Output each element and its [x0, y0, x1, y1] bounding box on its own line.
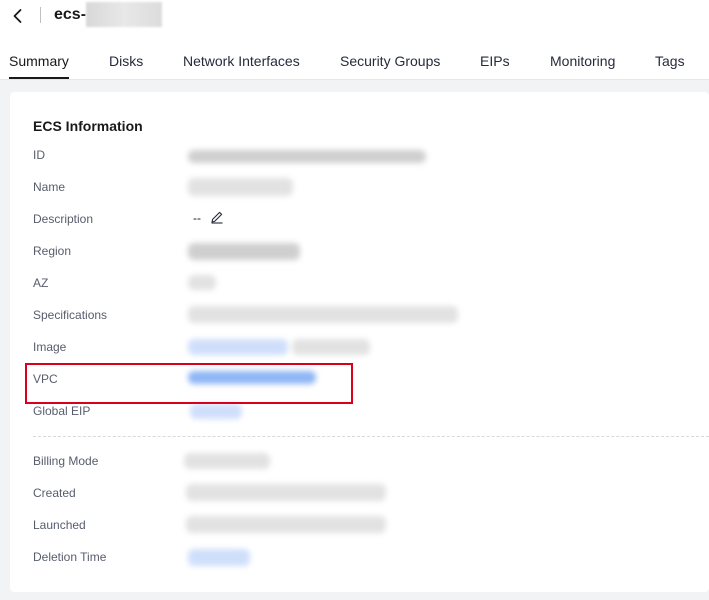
tab-bar: Summary Disks Network Interfaces Securit…	[0, 40, 709, 80]
redacted-billing-mode-value	[184, 453, 270, 469]
label-vpc: VPC	[33, 372, 58, 386]
redacted-id-value	[188, 150, 426, 163]
section-divider	[33, 436, 709, 437]
redacted-created-value	[186, 484, 386, 501]
label-image: Image	[33, 340, 67, 354]
chevron-left-icon[interactable]	[8, 6, 28, 26]
label-description: Description	[33, 212, 94, 226]
redacted-vpc-link[interactable]	[188, 371, 316, 384]
page-header: ecs-	[0, 0, 709, 34]
pencil-icon[interactable]	[210, 210, 224, 224]
redacted-launched-value	[186, 516, 386, 533]
tab-security-groups[interactable]: Security Groups	[340, 53, 440, 69]
tab-network-interfaces[interactable]: Network Interfaces	[183, 53, 300, 69]
label-billing-mode: Billing Mode	[33, 454, 99, 468]
label-created: Created	[33, 486, 76, 500]
redacted-deletion-time-value[interactable]	[188, 549, 250, 566]
redacted-specifications-value	[188, 306, 458, 323]
tab-disks[interactable]: Disks	[109, 53, 143, 69]
label-region: Region	[33, 244, 72, 258]
redacted-name-value	[188, 178, 293, 196]
section-title: ECS Information	[33, 118, 143, 134]
redacted-global-eip-value[interactable]	[190, 404, 242, 419]
label-specifications: Specifications	[33, 308, 108, 322]
label-global-eip: Global EIP	[33, 404, 91, 418]
title-divider	[40, 7, 41, 23]
redacted-image-value	[292, 339, 370, 355]
active-tab-indicator	[9, 77, 69, 79]
description-value: --	[193, 211, 201, 225]
label-name: Name	[33, 180, 66, 194]
page-title: ecs-	[54, 6, 87, 23]
redacted-az-value	[188, 275, 216, 290]
label-deletion-time: Deletion Time	[33, 550, 107, 564]
tab-summary[interactable]: Summary	[9, 53, 69, 69]
label-az: AZ	[33, 276, 49, 290]
tab-tags[interactable]: Tags	[655, 53, 685, 69]
redacted-region-value	[188, 243, 300, 260]
redacted-image-link[interactable]	[188, 339, 288, 355]
label-id: ID	[33, 148, 45, 162]
tab-monitoring[interactable]: Monitoring	[550, 53, 615, 69]
label-launched: Launched	[33, 518, 86, 532]
tab-eips[interactable]: EIPs	[480, 53, 510, 69]
redacted-title	[86, 2, 162, 27]
